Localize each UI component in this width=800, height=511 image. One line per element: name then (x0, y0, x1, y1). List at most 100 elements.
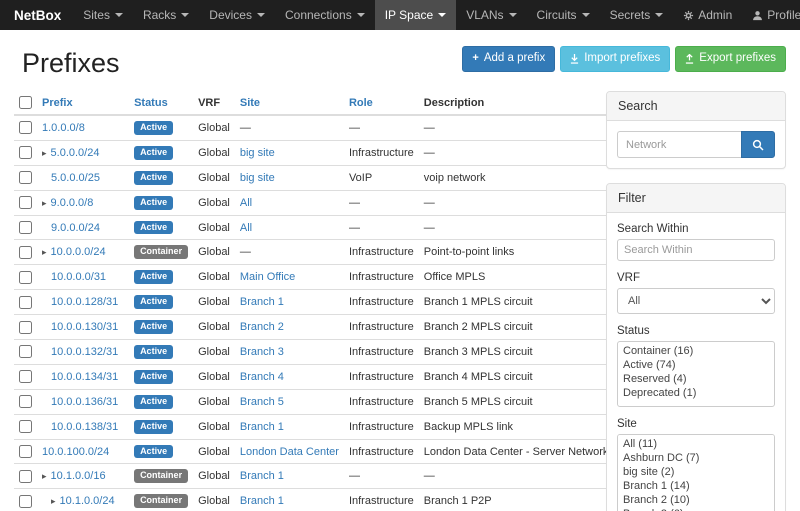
row-checkbox[interactable] (19, 221, 32, 234)
row-checkbox[interactable] (19, 395, 32, 408)
nav-item-vlans[interactable]: VLANs (456, 0, 526, 30)
export-prefixes-button[interactable]: Export prefixes (675, 46, 786, 72)
site-filter-select[interactable]: All (11)Ashburn DC (7)big site (2)Branch… (617, 434, 775, 511)
search-button[interactable] (741, 131, 775, 158)
filter-option[interactable]: Deprecated (1) (620, 386, 772, 400)
select-all-checkbox[interactable] (19, 96, 32, 109)
site-link[interactable]: big site (240, 147, 275, 159)
import-prefixes-button[interactable]: Import prefixes (560, 46, 670, 72)
nav-item-secrets[interactable]: Secrets (600, 0, 674, 30)
filter-option[interactable]: Active (74) (620, 358, 772, 372)
row-checkbox[interactable] (19, 321, 32, 334)
status-cell: Active (129, 439, 193, 464)
search-input[interactable] (617, 131, 741, 158)
add-prefix-button[interactable]: + Add a prefix (462, 46, 555, 72)
site-link[interactable]: big site (240, 172, 275, 184)
prefix-link[interactable]: 10.0.0.0/31 (51, 271, 106, 283)
prefix-link[interactable]: 9.0.0.0/24 (51, 222, 100, 234)
row-checkbox[interactable] (19, 171, 32, 184)
site-link[interactable]: Branch 1 (240, 495, 284, 507)
nav-item-label: VLANs (466, 8, 503, 22)
filter-option[interactable]: Branch 3 (6) (620, 507, 772, 511)
nav-item-devices[interactable]: Devices (199, 0, 275, 30)
role-cell: Infrastructure (344, 290, 419, 315)
table-row: ▸10.1.0.0/24ContainerGlobalBranch 1Infra… (14, 489, 613, 511)
row-checkbox[interactable] (19, 445, 32, 458)
table-row: 10.0.0.136/31ActiveGlobalBranch 5Infrast… (14, 389, 613, 414)
site-link[interactable]: All (240, 222, 252, 234)
filter-option[interactable]: Branch 2 (10) (620, 493, 772, 507)
site-link[interactable]: Branch 1 (240, 470, 284, 482)
row-checkbox[interactable] (19, 345, 32, 358)
site-link[interactable]: London Data Center (240, 446, 339, 458)
nav-item-admin[interactable]: Admin (673, 0, 742, 30)
prefix-link[interactable]: 10.0.100.0/24 (42, 446, 109, 458)
prefix-link[interactable]: 10.0.0.128/31 (51, 296, 118, 308)
row-checkbox[interactable] (19, 370, 32, 383)
site-link[interactable]: Main Office (240, 271, 295, 283)
prefix-link[interactable]: 10.0.0.132/31 (51, 346, 118, 358)
prefix-link[interactable]: 10.1.0.0/24 (60, 495, 115, 507)
status-filter-select[interactable]: Container (16)Active (74)Reserved (4)Dep… (617, 341, 775, 407)
prefix-link[interactable]: 5.0.0.0/24 (51, 147, 100, 159)
site-cell: Branch 5 (235, 389, 344, 414)
row-checkbox[interactable] (19, 470, 32, 483)
search-within-input[interactable] (617, 239, 775, 261)
status-badge: Active (134, 395, 173, 409)
prefix-link[interactable]: 10.0.0.130/31 (51, 321, 118, 333)
site-link[interactable]: Branch 1 (240, 421, 284, 433)
row-checkbox[interactable] (19, 495, 32, 508)
nav-item-circuits[interactable]: Circuits (527, 0, 600, 30)
column-header-site[interactable]: Site (240, 97, 260, 109)
vrf-select[interactable]: All (617, 288, 775, 314)
filter-option[interactable]: All (11) (620, 437, 772, 451)
site-link[interactable]: Branch 1 (240, 296, 284, 308)
vrf-cell: Global (193, 364, 235, 389)
nav-item-connections[interactable]: Connections (275, 0, 375, 30)
prefix-link[interactable]: 10.1.0.0/16 (51, 470, 106, 482)
description-cell: Branch 5 MPLS circuit (419, 389, 614, 414)
row-checkbox[interactable] (19, 271, 32, 284)
page-header: Prefixes + Add a prefix Import prefixes … (14, 34, 786, 91)
prefix-link[interactable]: 1.0.0.0/8 (42, 122, 85, 134)
filter-option[interactable]: Ashburn DC (7) (620, 451, 772, 465)
filter-option[interactable]: big site (2) (620, 465, 772, 479)
site-link[interactable]: Branch 5 (240, 396, 284, 408)
navbar-menu: Sites Racks Devices Connections IP Space… (73, 0, 673, 30)
site-link[interactable]: Branch 3 (240, 346, 284, 358)
site-link[interactable]: Branch 4 (240, 371, 284, 383)
prefix-link[interactable]: 10.0.0.138/31 (51, 421, 118, 433)
nav-item-profile[interactable]: Profile (742, 0, 800, 30)
row-checkbox[interactable] (19, 246, 32, 259)
prefix-link[interactable]: 5.0.0.0/25 (51, 172, 100, 184)
prefix-link[interactable]: 10.0.0.136/31 (51, 396, 118, 408)
status-cell: Active (129, 340, 193, 365)
column-header-role[interactable]: Role (349, 97, 373, 109)
prefix-cell: 10.0.0.136/31 (37, 389, 129, 414)
prefix-link[interactable]: 9.0.0.0/8 (51, 197, 94, 209)
filter-option[interactable]: Branch 1 (14) (620, 479, 772, 493)
prefix-link[interactable]: 10.0.0.134/31 (51, 371, 118, 383)
filter-option[interactable]: Reserved (4) (620, 372, 772, 386)
brand[interactable]: NetBox (8, 0, 73, 30)
column-header-status[interactable]: Status (134, 97, 168, 109)
row-checkbox[interactable] (19, 121, 32, 134)
site-link[interactable]: Branch 2 (240, 321, 284, 333)
nav-item-ip-space[interactable]: IP Space (375, 0, 456, 30)
prefix-cell: 9.0.0.0/24 (37, 215, 129, 240)
row-checkbox[interactable] (19, 196, 32, 209)
row-checkbox[interactable] (19, 146, 32, 159)
prefix-link[interactable]: 10.0.0.0/24 (51, 246, 106, 258)
row-checkbox[interactable] (19, 296, 32, 309)
nav-item-sites[interactable]: Sites (73, 0, 133, 30)
vrf-cell: Global (193, 215, 235, 240)
filter-option[interactable]: Container (16) (620, 344, 772, 358)
site-link[interactable]: All (240, 197, 252, 209)
row-checkbox[interactable] (19, 420, 32, 433)
column-header-prefix[interactable]: Prefix (42, 97, 73, 109)
status-badge: Active (134, 295, 173, 309)
description-cell: — (419, 215, 614, 240)
nav-item-racks[interactable]: Racks (133, 0, 199, 30)
table-row: 10.0.100.0/24ActiveGlobalLondon Data Cen… (14, 439, 613, 464)
status-badge: Active (134, 171, 173, 185)
